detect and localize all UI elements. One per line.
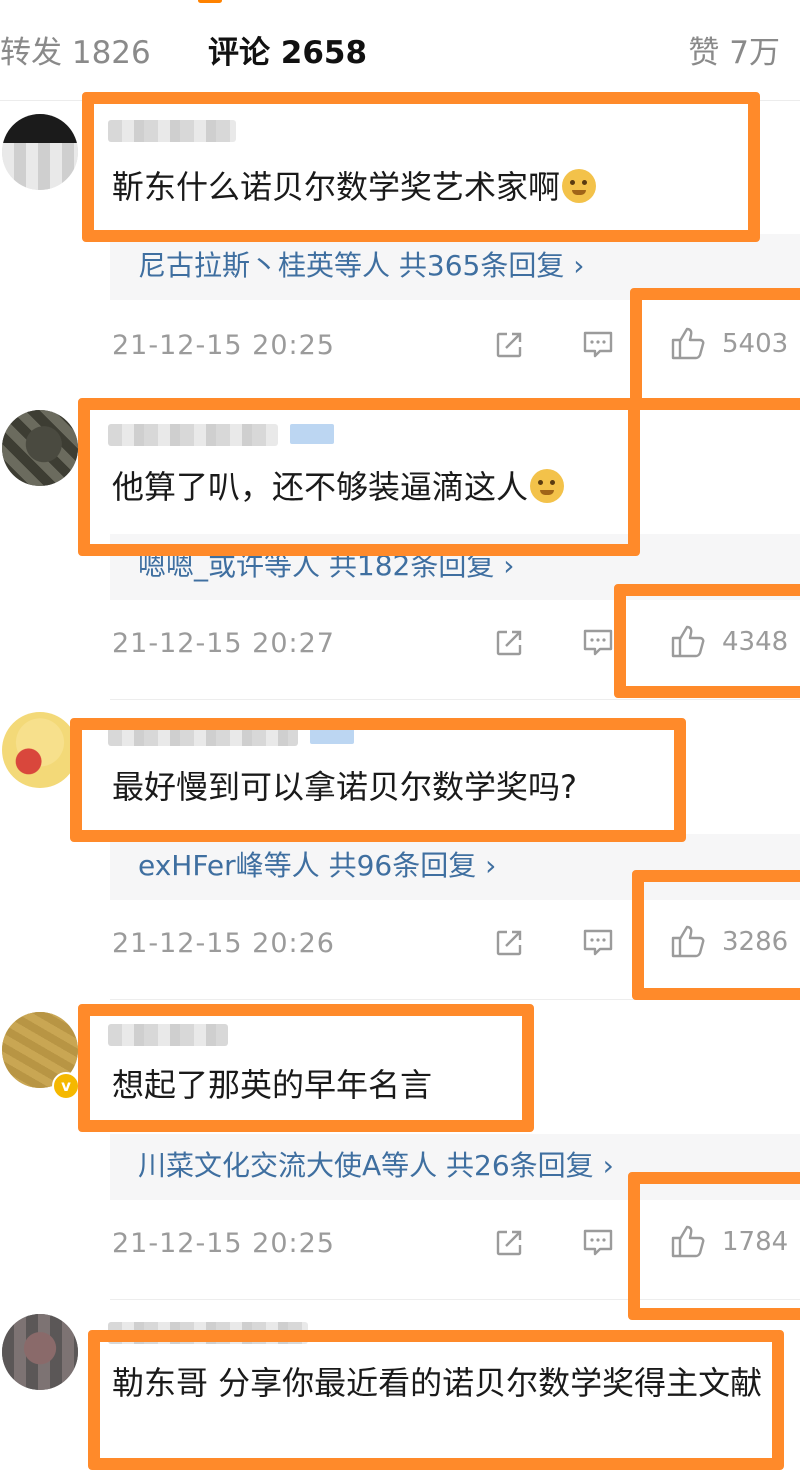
username-blurred[interactable] <box>108 1322 308 1344</box>
replies-summary[interactable]: 嗯嗯_或许等人 共182条回复 › <box>110 534 800 600</box>
replies-summary[interactable]: 尼古拉斯丶桂英等人 共365条回复 › <box>110 234 800 300</box>
comment-timestamp: 21-12-15 20:25 <box>112 1228 335 1259</box>
username-blurred[interactable] <box>108 724 298 746</box>
comment-tabs: 转发 1826 评论 2658 赞 7万 <box>0 0 800 104</box>
comment-item: 最好慢到可以拿诺贝尔数学奖吗? exHFer峰等人 共96条回复 › 21-12… <box>0 700 800 1000</box>
avatar[interactable] <box>2 114 78 190</box>
thumbs-up-icon[interactable] <box>670 326 706 360</box>
comment-text: 最好慢到可以拿诺贝尔数学奖吗? <box>112 768 577 806</box>
like-count: 4348 <box>722 627 789 657</box>
comment-timestamp: 21-12-15 20:26 <box>112 928 335 959</box>
comment-text: 想起了那英的早年名言 <box>112 1066 433 1104</box>
username-blurred[interactable] <box>108 424 278 446</box>
username-blurred[interactable] <box>108 120 236 142</box>
comment-text: 靳东什么诺贝尔数学奖艺术家啊 <box>112 164 597 210</box>
username-blurred[interactable] <box>108 1024 228 1046</box>
like-count: 3286 <box>722 927 789 957</box>
comment-item: v 想起了那英的早年名言 川菜文化交流大使A等人 共26条回复 › 21-12-… <box>0 1000 800 1300</box>
share-icon[interactable] <box>494 330 524 360</box>
replies-link[interactable]: 嗯嗯_或许等人 共182条回复 › <box>138 546 514 586</box>
share-icon[interactable] <box>494 628 524 658</box>
user-badge <box>290 424 334 444</box>
replies-link[interactable]: 尼古拉斯丶桂英等人 共365条回复 › <box>138 246 584 286</box>
tab-likes[interactable]: 赞 7万 <box>688 30 780 76</box>
comment-item: 靳东什么诺贝尔数学奖艺术家啊 尼古拉斯丶桂英等人 共365条回复 › 21-12… <box>0 104 800 400</box>
avatar[interactable] <box>2 410 78 486</box>
doge-emoji-icon <box>562 169 597 203</box>
comment-icon[interactable] <box>582 628 614 658</box>
replies-summary[interactable]: exHFer峰等人 共96条回复 › <box>110 834 800 900</box>
tab-indicator <box>198 0 222 3</box>
avatar[interactable] <box>2 1314 78 1390</box>
comment-timestamp: 21-12-15 20:27 <box>112 628 335 659</box>
share-icon[interactable] <box>494 928 524 958</box>
comment-icon[interactable] <box>582 928 614 958</box>
share-icon[interactable] <box>494 1228 524 1258</box>
comment-icon[interactable] <box>582 330 614 360</box>
replies-summary[interactable]: 川菜文化交流大使A等人 共26条回复 › <box>110 1134 800 1200</box>
comment-item: 勒东哥 分享你最近看的诺贝尔数学奖得主文献 <box>0 1300 800 1477</box>
comment-timestamp: 21-12-15 20:25 <box>112 330 335 361</box>
comment-text: 他算了叭，还不够装逼滴这人 <box>112 464 565 510</box>
user-badge <box>310 724 354 744</box>
thumbs-up-icon[interactable] <box>670 1224 706 1258</box>
tab-comments[interactable]: 评论 2658 <box>208 30 367 76</box>
replies-link[interactable]: exHFer峰等人 共96条回复 › <box>138 846 496 886</box>
thumbs-up-icon[interactable] <box>670 924 706 958</box>
divider <box>0 100 800 101</box>
comment-icon[interactable] <box>582 1228 614 1258</box>
tab-reposts[interactable]: 转发 1826 <box>0 30 151 76</box>
avatar[interactable] <box>2 712 78 788</box>
thinking-emoji-icon <box>530 469 565 503</box>
replies-link[interactable]: 川菜文化交流大使A等人 共26条回复 › <box>138 1146 614 1186</box>
comment-text: 勒东哥 分享你最近看的诺贝尔数学奖得主文献 <box>112 1364 763 1402</box>
comment-item: 他算了叭，还不够装逼滴这人 嗯嗯_或许等人 共182条回复 › 21-12-15… <box>0 400 800 700</box>
like-count: 1784 <box>722 1227 789 1257</box>
verified-badge-icon: v <box>52 1072 80 1100</box>
thumbs-up-icon[interactable] <box>670 624 706 658</box>
like-count: 5403 <box>722 329 789 359</box>
